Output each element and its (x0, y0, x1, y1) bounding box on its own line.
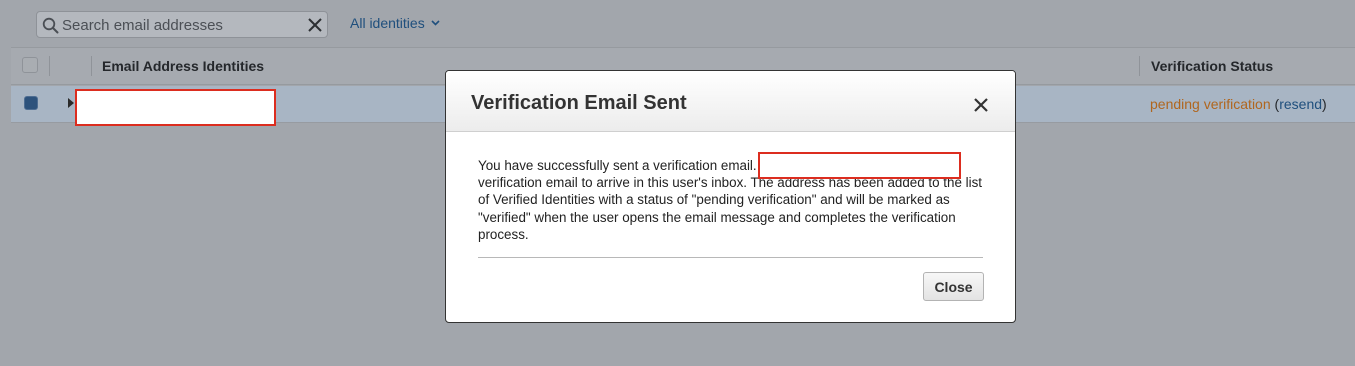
column-header-email[interactable]: Email Address Identities (102, 58, 264, 74)
close-icon[interactable] (973, 97, 989, 113)
search-icon (42, 17, 59, 34)
dialog-title: Verification Email Sent (471, 92, 687, 114)
identities-filter-dropdown[interactable]: All identities (350, 15, 440, 31)
clear-search-icon[interactable] (306, 16, 324, 34)
dialog-header: Verification Email Sent (446, 71, 1015, 132)
search-box[interactable] (36, 11, 328, 38)
row-checkbox[interactable] (24, 96, 38, 110)
identities-filter-label: All identities (350, 15, 425, 31)
select-all-checkbox[interactable] (22, 57, 38, 73)
expand-row-icon[interactable] (68, 98, 74, 108)
dialog-divider (478, 257, 983, 258)
column-divider (49, 56, 50, 76)
chevron-down-icon (431, 20, 440, 26)
verification-status: pending verification (resend) (1150, 96, 1327, 112)
status-pending: pending verification (1150, 96, 1271, 112)
redacted-email (75, 89, 276, 126)
resend-link[interactable]: resend (1279, 96, 1322, 112)
redacted-email (758, 152, 961, 179)
column-header-status[interactable]: Verification Status (1151, 58, 1273, 74)
search-input[interactable] (62, 15, 302, 35)
column-divider (91, 56, 92, 76)
column-divider (1139, 56, 1140, 76)
verification-dialog: Verification Email Sent You have success… (445, 70, 1016, 323)
close-paren: ) (1322, 96, 1327, 112)
close-button[interactable]: Close (923, 272, 984, 301)
